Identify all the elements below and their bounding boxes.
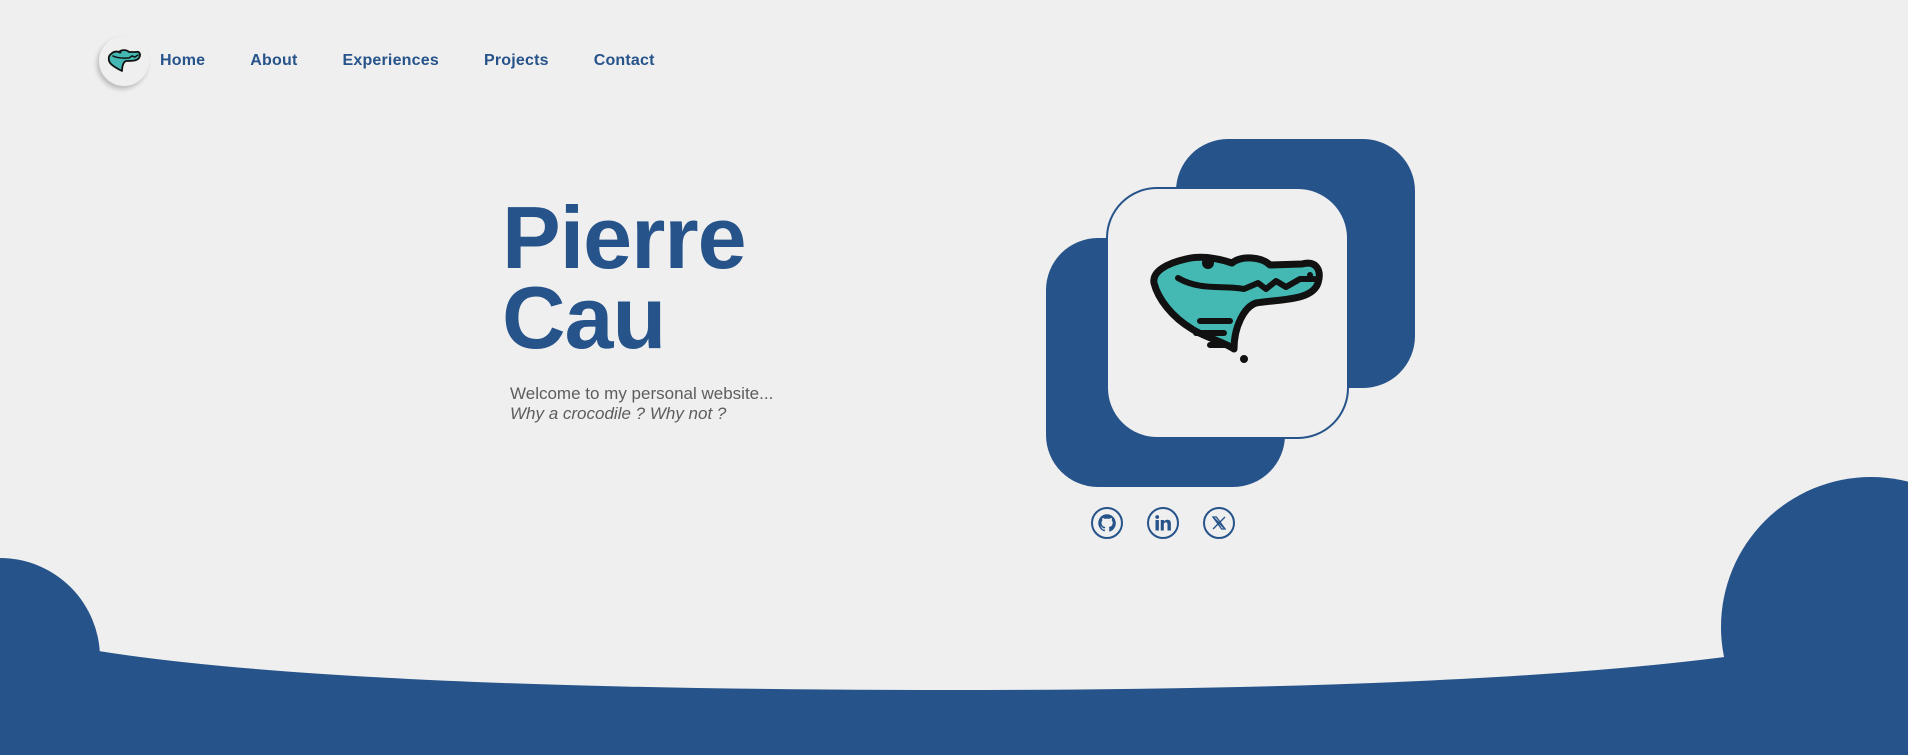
social-links — [1091, 507, 1259, 539]
hero-name: Pierre Cau — [502, 188, 747, 367]
background-shapes — [0, 139, 1908, 755]
x-twitter-icon — [1211, 516, 1227, 530]
hero-welcome-text: Welcome to my personal website... — [510, 384, 774, 403]
linkedin-icon — [1155, 515, 1171, 531]
page: Home About Experiences Projects Contact … — [0, 0, 1908, 755]
github-icon — [1098, 514, 1116, 532]
nav-home[interactable]: Home — [160, 52, 205, 70]
nav-experiences[interactable]: Experiences — [342, 52, 438, 70]
bottom-wave — [0, 620, 1908, 755]
hero-first-name: Pierre — [502, 188, 747, 287]
linkedin-link[interactable] — [1147, 507, 1179, 539]
hero-last-name: Cau — [502, 268, 666, 367]
nav-contact[interactable]: Contact — [594, 52, 655, 70]
logo-button[interactable] — [99, 36, 149, 86]
top-nav: Home About Experiences Projects Contact — [99, 36, 700, 86]
github-link[interactable] — [1091, 507, 1123, 539]
crocodile-logo-icon — [107, 49, 141, 72]
hero-tagline: Why a crocodile ? Why not ? — [510, 404, 727, 423]
hero-subtitle: Welcome to my personal website... Why a … — [510, 384, 773, 424]
nav-projects[interactable]: Projects — [484, 52, 549, 70]
nav-about[interactable]: About — [250, 52, 297, 70]
x-twitter-link[interactable] — [1203, 507, 1235, 539]
right-blob — [1721, 477, 1908, 755]
